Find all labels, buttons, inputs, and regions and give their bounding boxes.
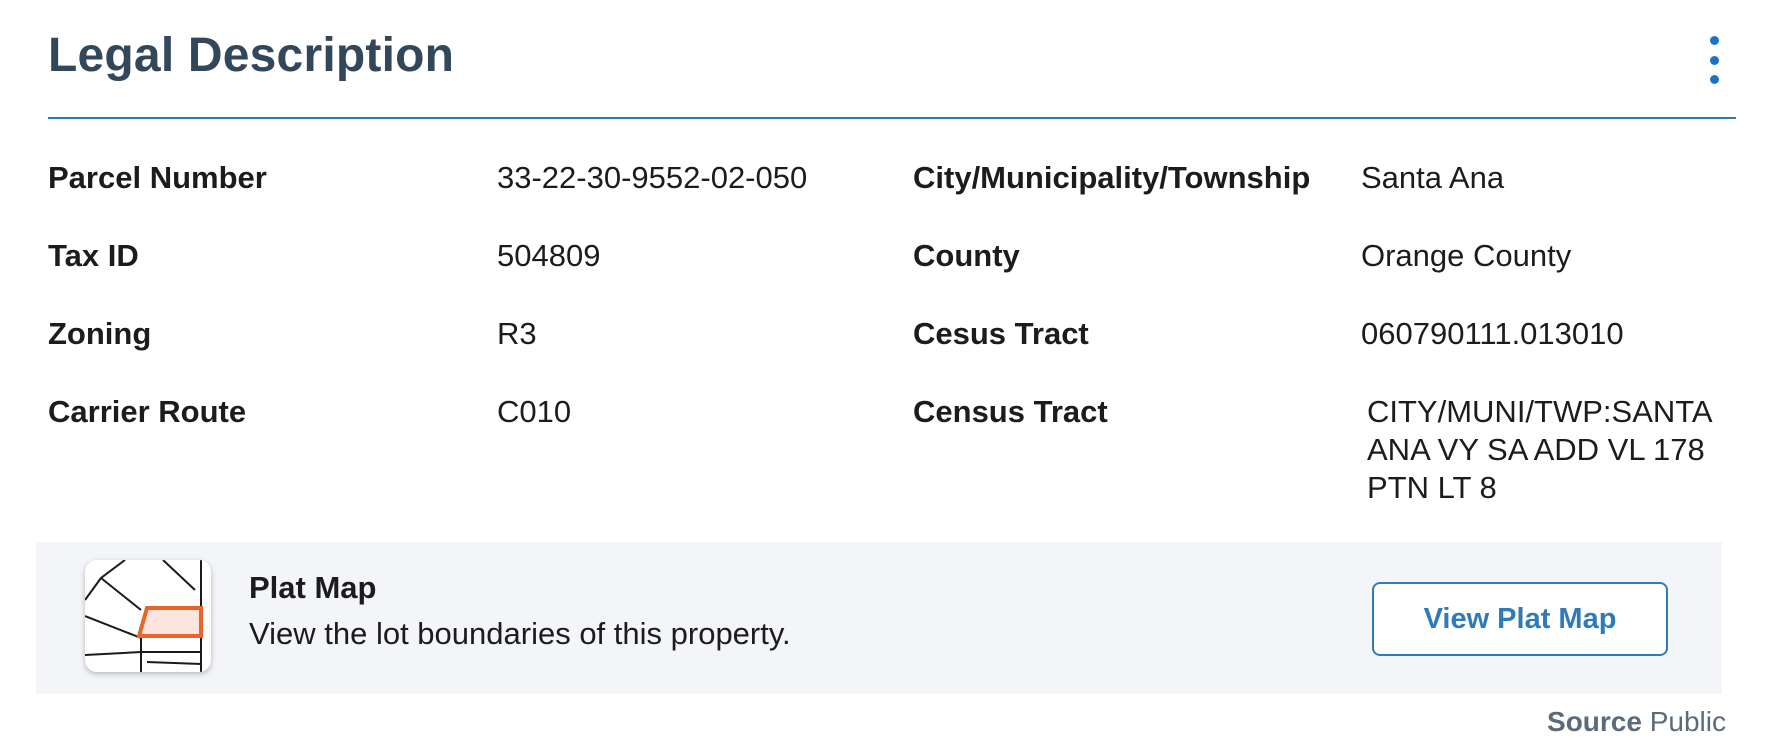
carrier-route-label: Carrier Route [48,394,247,429]
legal-description-card: Legal Description Parcel Number 33-22-30… [0,0,1778,752]
cesus-tract-value: 060790111.013010 [1361,316,1624,351]
source-attribution: Source Public [1547,706,1726,738]
source-value: Public [1649,706,1726,737]
county-label: County [913,238,1020,273]
zoning-value: R3 [497,316,537,351]
parcel-number-label: Parcel Number [48,160,267,195]
census-tract-line: CITY/MUNI/TWP:SANTA [1367,394,1713,429]
menu-dot [1709,36,1719,45]
tax-id-label: Tax ID [48,238,139,273]
census-tract-line: PTN LT 8 [1367,470,1497,505]
carrier-route-value: C010 [497,394,572,429]
source-label: Source [1547,706,1642,737]
plat-map-subtitle: View the lot boundaries of this property… [249,616,791,651]
menu-dot [1709,75,1719,84]
view-plat-map-button[interactable]: View Plat Map [1372,582,1668,656]
plat-map-title: Plat Map [249,570,377,605]
parcel-number-value: 33-22-30-9552-02-050 [497,160,808,195]
title-divider [48,117,1736,119]
census-tract-line: ANA VY SA ADD VL 178 [1367,432,1705,467]
plat-map-banner: Plat Map View the lot boundaries of this… [36,542,1722,694]
more-options-icon[interactable] [1702,36,1726,84]
tax-id-value: 504809 [497,238,601,273]
census-tract-value: CITY/MUNI/TWP:SANTA ANA VY SA ADD VL 178… [1367,393,1737,507]
plat-map-thumbnail-icon [85,560,211,672]
cesus-tract-label: Cesus Tract [913,316,1089,351]
city-label: City/Municipality/Township [913,160,1311,195]
menu-dot [1709,55,1719,65]
section-title: Legal Description [48,29,455,82]
census-tract-label: Census Tract [913,394,1108,429]
city-value: Santa Ana [1361,160,1505,195]
county-value: Orange County [1361,238,1572,273]
zoning-label: Zoning [48,316,152,351]
